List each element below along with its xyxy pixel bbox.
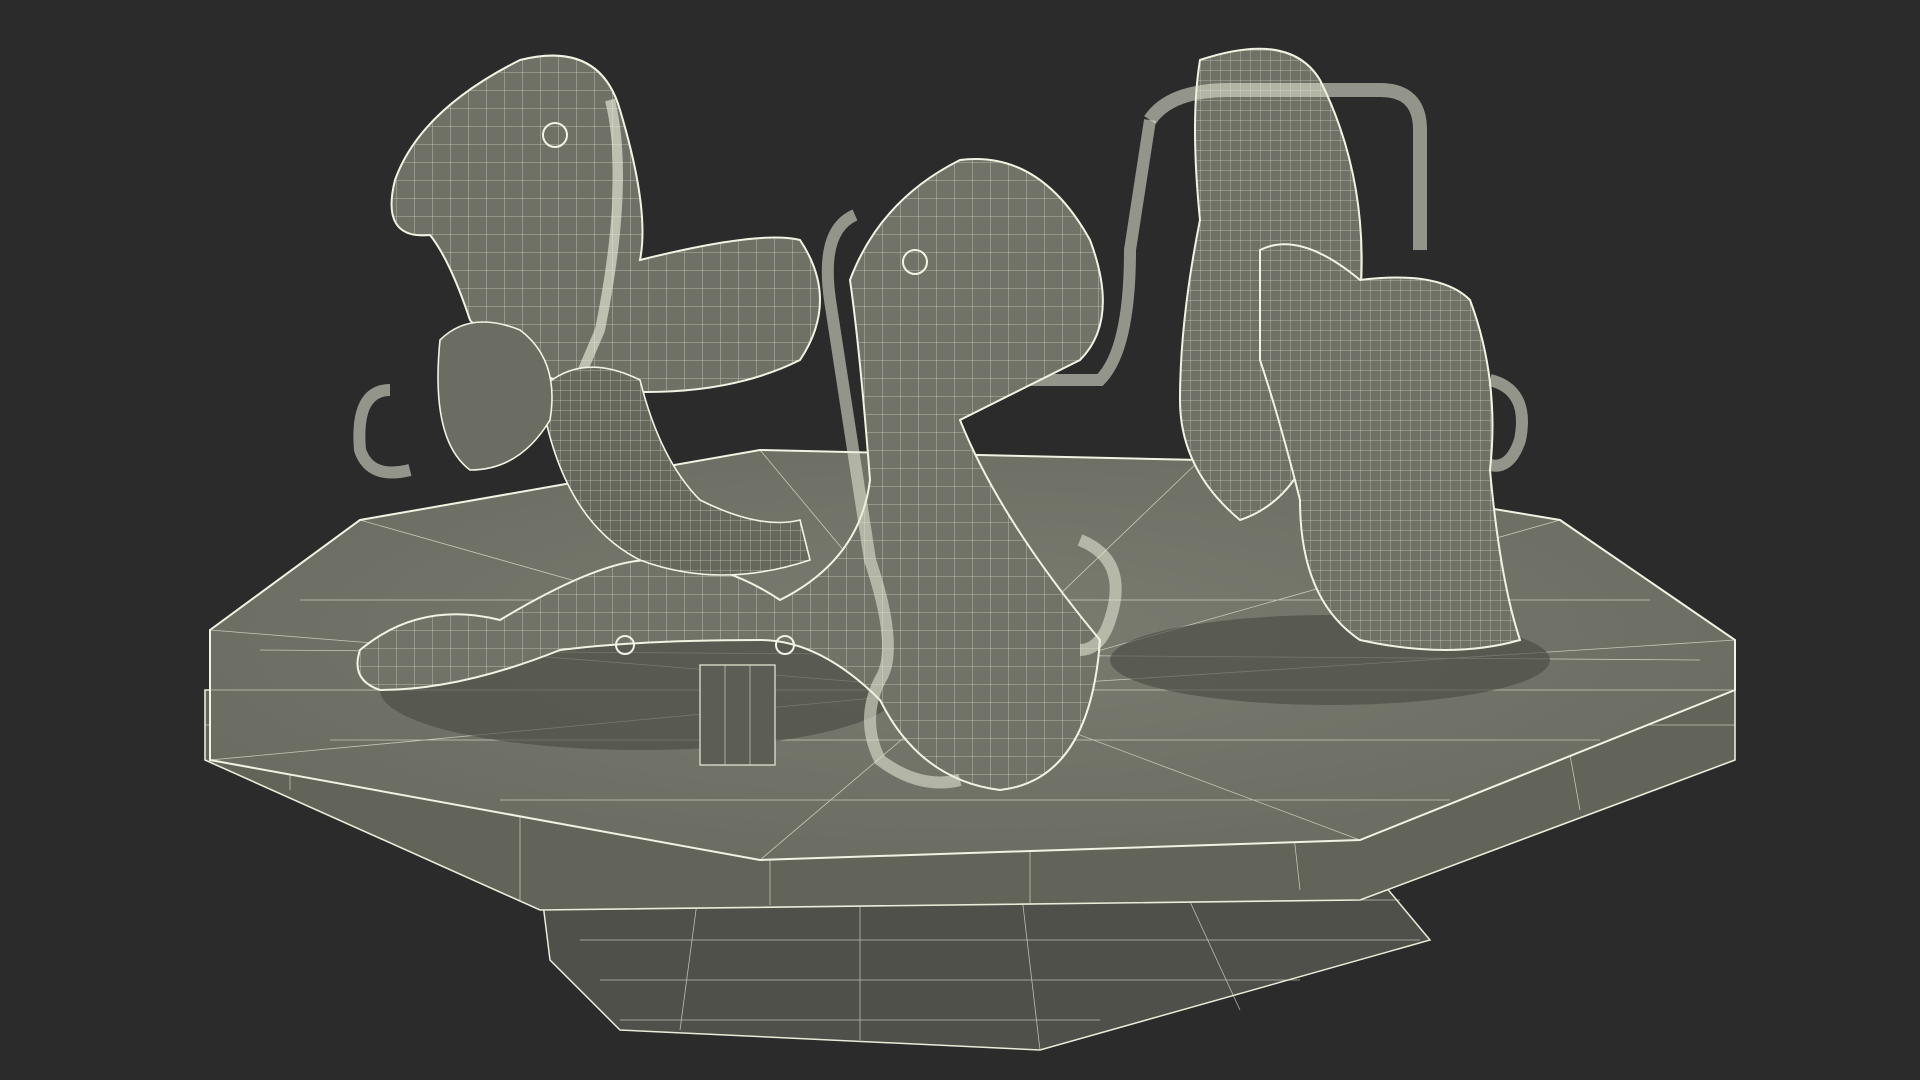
carousel-wireframe-model — [204, 47, 1736, 1051]
render-viewport — [0, 0, 1920, 1080]
